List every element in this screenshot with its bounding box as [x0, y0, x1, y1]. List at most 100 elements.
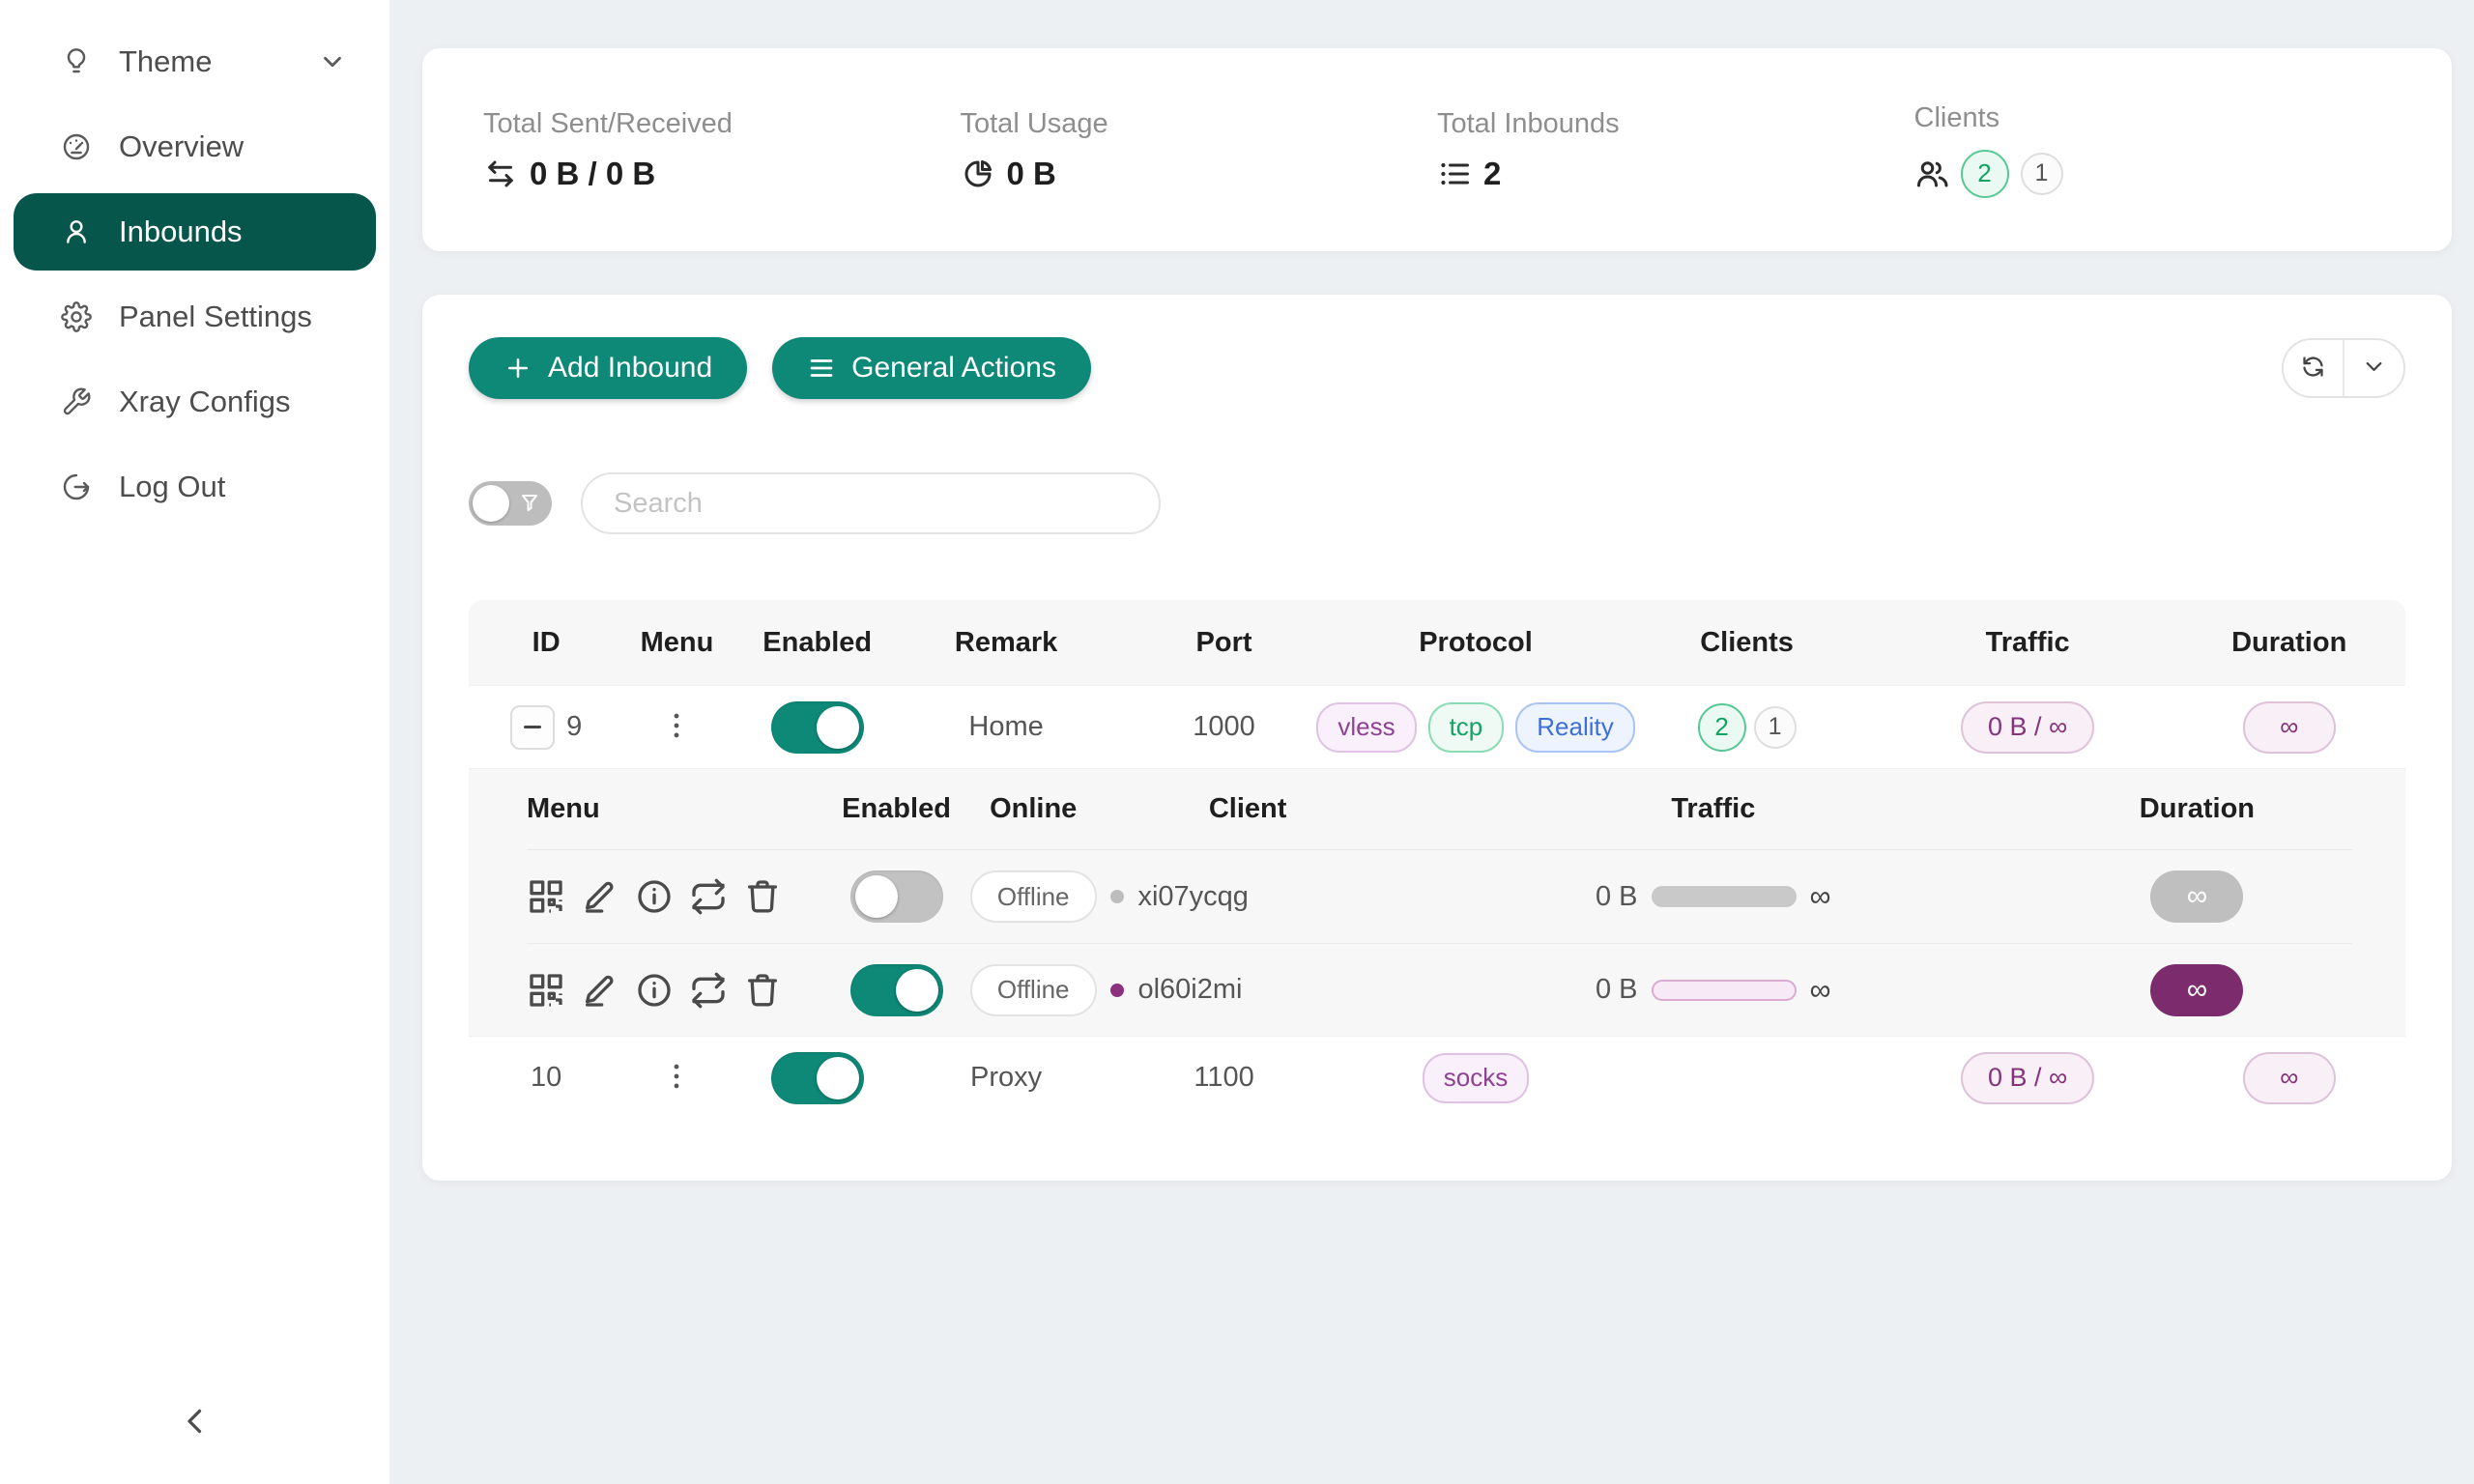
traffic-limit: ∞ [1810, 973, 1831, 1008]
reset-traffic-icon[interactable] [689, 970, 730, 1011]
general-actions-label: General Actions [851, 352, 1056, 385]
bulb-icon [61, 46, 92, 77]
sidebar-item-label: Overview [119, 129, 244, 164]
enabled-toggle[interactable] [771, 701, 864, 754]
inbound-row-9: 9 Home 1000 vless tcp Reality [469, 685, 2405, 768]
qr-code-icon[interactable] [527, 970, 567, 1011]
client-duration-pill: ∞ [2150, 964, 2243, 1016]
toolbar: Add Inbound General Actions [469, 337, 2405, 399]
info-icon[interactable] [635, 970, 676, 1011]
sidebar-item-xray-configs[interactable]: Xray Configs [14, 363, 376, 441]
client-duration-pill: ∞ [2150, 870, 2243, 923]
sub-col-online: Online [956, 793, 1111, 825]
pie-chart-icon [961, 157, 995, 191]
row-menu-button[interactable] [657, 704, 696, 751]
info-icon[interactable] [635, 876, 676, 917]
qr-code-icon[interactable] [527, 876, 567, 917]
plus-icon [503, 354, 532, 383]
main-content: Total Sent/Received 0 B / 0 B Total Usag… [389, 0, 2474, 1484]
swap-arrows-icon [483, 157, 518, 191]
col-header-menu: Menu [623, 627, 730, 659]
reset-traffic-icon[interactable] [689, 876, 730, 917]
inbound-id: 10 [531, 1062, 561, 1094]
online-status-badge: Offline [970, 870, 1097, 923]
client-status-dot [1110, 890, 1124, 903]
sidebar-item-label: Xray Configs [119, 385, 290, 419]
sidebar: Theme Overview Inbounds [0, 0, 389, 1484]
traffic-used: 0 B [1596, 881, 1638, 913]
search-input[interactable] [581, 472, 1161, 534]
edit-icon[interactable] [581, 970, 621, 1011]
sidebar-item-label: Inbounds [119, 214, 243, 249]
traffic-pill: 0 B / ∞ [1961, 1052, 2094, 1104]
sub-col-traffic: Traffic [1385, 793, 2042, 825]
stat-clients: Clients 2 1 [1914, 102, 2392, 198]
delete-icon[interactable] [743, 876, 784, 917]
clients-depleted-badge: 1 [1754, 706, 1797, 749]
col-header-remark: Remark [905, 627, 1108, 659]
traffic-used: 0 B [1596, 974, 1638, 1006]
client-enabled-toggle[interactable] [850, 964, 943, 1016]
inbounds-card: Add Inbound General Actions [422, 295, 2452, 1181]
col-header-protocol: Protocol [1340, 627, 1612, 659]
protocol-tag: socks [1423, 1053, 1529, 1103]
traffic-limit: ∞ [1810, 879, 1831, 914]
inbound-remark: Proxy [970, 1062, 1042, 1094]
sub-col-enabled: Enabled [837, 793, 956, 825]
inbound-remark: Home [968, 711, 1043, 743]
refresh-button-group [2282, 338, 2405, 398]
clients-subtable: Menu Enabled Online Client Traffic Durat… [469, 768, 2405, 1036]
refresh-options-button[interactable] [2345, 340, 2403, 396]
online-status-badge: Offline [970, 964, 1097, 1016]
chevron-down-icon [318, 47, 347, 76]
row-menu-button[interactable] [657, 1055, 696, 1101]
inbound-id: 9 [566, 711, 582, 743]
sidebar-item-log-out[interactable]: Log Out [14, 448, 376, 526]
sidebar-item-label: Theme [119, 44, 212, 79]
sidebar-item-panel-settings[interactable]: Panel Settings [14, 278, 376, 356]
edit-icon[interactable] [581, 876, 621, 917]
sidebar-item-theme[interactable]: Theme [14, 23, 376, 100]
sidebar-item-overview[interactable]: Overview [14, 108, 376, 186]
sub-col-client: Client [1110, 793, 1384, 825]
sidebar-item-label: Panel Settings [119, 300, 312, 334]
sidebar-footer [0, 1393, 389, 1451]
stats-card: Total Sent/Received 0 B / 0 B Total Usag… [422, 48, 2452, 251]
refresh-button[interactable] [2284, 340, 2345, 396]
transport-tag: tcp [1428, 702, 1505, 753]
col-header-id: ID [469, 627, 623, 659]
client-status-dot [1110, 984, 1124, 997]
gear-icon [61, 301, 92, 332]
sidebar-item-label: Log Out [119, 470, 225, 504]
logout-icon [61, 471, 92, 502]
client-name: xi07ycqg [1137, 881, 1248, 913]
col-header-traffic: Traffic [1883, 627, 2173, 659]
inbound-port: 1000 [1193, 711, 1255, 743]
sidebar-item-inbounds[interactable]: Inbounds [14, 193, 376, 271]
col-header-enabled: Enabled [731, 627, 905, 659]
stat-label: Clients [1914, 102, 2392, 134]
filter-toggle[interactable] [469, 481, 552, 526]
minus-icon [524, 726, 541, 728]
inbound-port: 1100 [1194, 1062, 1253, 1094]
traffic-progress-bar [1652, 980, 1797, 1001]
stat-total-usage: Total Usage 0 B [961, 108, 1438, 192]
enabled-toggle[interactable] [771, 1052, 864, 1104]
sidebar-collapse-button[interactable] [166, 1393, 224, 1451]
client-enabled-toggle[interactable] [850, 870, 943, 923]
stat-value: 2 [1483, 156, 1501, 192]
stat-total-inbounds: Total Inbounds 2 [1437, 108, 1914, 192]
client-row: Offline xi07ycqg 0 B ∞ ∞ [527, 850, 2352, 943]
add-inbound-label: Add Inbound [548, 352, 712, 385]
funnel-icon [518, 492, 541, 515]
col-header-duration: Duration [2172, 627, 2404, 659]
client-row: Offline ol60i2mi 0 B ∞ ∞ [527, 943, 2352, 1036]
subtable-header-row: Menu Enabled Online Client Traffic Durat… [527, 769, 2352, 850]
team-icon [1914, 157, 1949, 191]
delete-icon[interactable] [743, 970, 784, 1011]
collapse-row-button[interactable] [510, 705, 555, 750]
stat-value: 0 B / 0 B [530, 156, 655, 192]
add-inbound-button[interactable]: Add Inbound [469, 337, 747, 399]
general-actions-button[interactable]: General Actions [772, 337, 1091, 399]
protocol-tag: vless [1316, 702, 1416, 753]
